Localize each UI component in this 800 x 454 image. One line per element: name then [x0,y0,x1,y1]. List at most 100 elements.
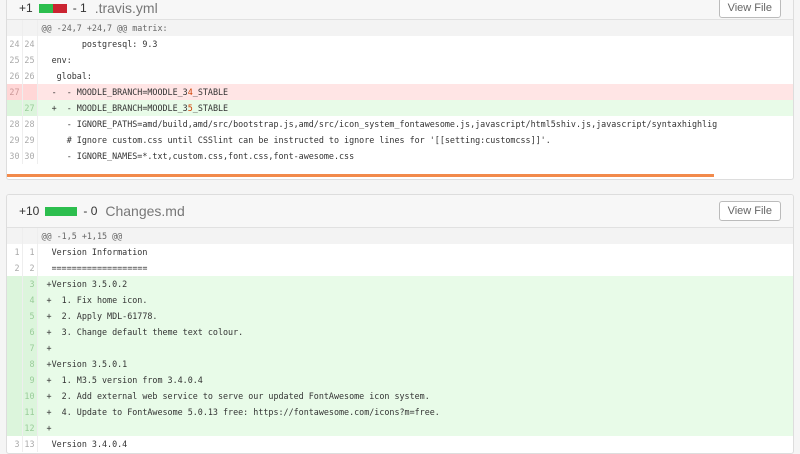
old-line-number [7,308,23,324]
view-file-button[interactable]: View File [718,0,781,18]
line-code: - IGNORE_NAMES=*.txt,custom.css,font.css… [37,148,793,164]
code-text: + 1. Fix home icon. [41,295,148,305]
diff-line: 10 + 2. Add external web service to serv… [7,388,793,404]
deleted-bar [52,3,67,13]
new-line-number: 3 [22,276,38,292]
diff-file-travis: +1 - 1 .travis.yml View File @@ -24,7 +2… [6,0,794,180]
file-name[interactable]: .travis.yml [95,0,158,16]
deletions-count: - 0 [83,204,98,218]
diff-line: 28 28 - IGNORE_PATHS=amd/build,amd/src/bo… [7,116,793,132]
code-text: + 2. Apply MDL-61778. [41,311,158,321]
code-text: + 4. Update to FontAwesome 5.0.13 free: … [41,407,440,417]
old-line-number: 26 [7,68,23,84]
old-line-number [7,228,23,244]
code-text: +Version 3.5.0.2 [41,279,128,289]
diff-stat-bar [38,3,67,13]
line-code: # Ignore custom.css until CSSlint can be… [37,132,793,148]
new-line-number: 7 [22,340,38,356]
new-line-number: 27 [22,100,38,116]
old-line-number [7,404,23,420]
diff-stat-bar [45,206,78,216]
line-code: + 2. Add external web service to serve o… [37,388,793,404]
new-line-number: 11 [22,404,38,420]
line-code: =================== [37,260,793,276]
old-line-number [7,292,23,308]
diff-line: 22 =================== [7,260,793,276]
diff-line: 24 24 postgresql: 9.3 [7,36,793,52]
old-line-number [7,372,23,388]
code-text: + 1. M3.5 version from 3.4.0.4 [41,375,203,385]
line-code: - - MOODLE_BRANCH=MOODLE_34_STABLE [37,84,793,100]
line-code: +Version 3.5.0.1 [37,356,793,372]
hunk-header: @@ -1,5 +1,15 @@ [7,228,793,244]
new-line-number [22,228,38,244]
additions-count: +1 [19,1,33,15]
diff-line: 3 +Version 3.5.0.2 [7,276,793,292]
diff-line: 26 26 global: [7,68,793,84]
line-code: @@ -24,7 +24,7 @@ matrix: [37,20,793,36]
code-text: +Version 3.5.0.1 [41,359,128,369]
new-line-number: 30 [22,148,38,164]
diff-line: 12 + [7,420,793,436]
additions-count: +10 [19,204,40,218]
code-text: - - MOODLE_BRANCH=MOODLE_3 [41,87,188,97]
old-line-number [7,420,23,436]
code-text: env: [41,55,72,65]
old-line-number: 24 [7,36,23,52]
code-text: @@ -1,5 +1,15 @@ [41,231,123,241]
line-code: + [37,420,793,436]
line-code: postgresql: 9.3 [37,36,793,52]
line-code: env: [37,52,793,68]
diff-line: 8 +Version 3.5.0.1 [7,356,793,372]
diff-file-changes: +10 - 0 Changes.md View File @@ -1,5 +1,… [6,194,794,454]
code-text: - IGNORE_PATHS=amd/build,amd/src/bootstr… [41,119,718,129]
code-text: postgresql: 9.3 [41,39,158,49]
code-text: + 2. Add external web service to serve o… [41,391,430,401]
old-line-number [7,388,23,404]
file-header: +10 - 0 Changes.md View File [7,195,793,228]
line-code: + 4. Update to FontAwesome 5.0.13 free: … [37,404,793,420]
code-text: + [41,423,52,433]
line-code: + 1. M3.5 version from 3.4.0.4 [37,372,793,388]
diff-line: 30 30 - IGNORE_NAMES=*.txt,custom.css,fon… [7,148,793,164]
line-code: + 1. Fix home icon. [37,292,793,308]
old-line-number: 2 [7,260,23,276]
code-text: =================== [41,263,148,273]
new-line-number: 1 [22,244,38,260]
line-code: global: [37,68,793,84]
file-name[interactable]: Changes.md [105,203,184,219]
old-line-number: 25 [7,52,23,68]
added-bar [38,3,53,13]
new-line-number: 9 [22,372,38,388]
diff-table: @@ -24,7 +24,7 @@ matrix: 24 24 postgresql… [7,20,793,164]
new-line-number: 12 [22,420,38,436]
code-text-rest: _STABLE [192,103,229,113]
view-file-button[interactable]: View File [718,201,781,221]
old-line-number [7,356,23,372]
new-line-number [22,84,38,100]
new-line-number: 29 [22,132,38,148]
diff-line: 7 + [7,340,793,356]
new-line-number: 28 [22,116,38,132]
diff-line: 11 Version Information [7,244,793,260]
added-bar [45,206,78,216]
line-code: + 2. Apply MDL-61778. [37,308,793,324]
old-line-number: 3 [7,436,23,452]
code-text: Version Information [41,247,148,257]
old-line-number: 27 [7,84,23,100]
scroll-indicator[interactable] [7,174,714,177]
old-line-number [7,324,23,340]
diff-table: @@ -1,5 +1,15 @@ 1 1 Version Information 2 2… [7,228,793,452]
diff-line: 5 + 2. Apply MDL-61778. [7,308,793,324]
new-line-number: 8 [22,356,38,372]
line-code: +Version 3.5.0.2 [37,276,793,292]
deletions-count: - 1 [72,1,87,15]
new-line-number: 24 [22,36,38,52]
code-text-rest: _STABLE [192,87,229,97]
diff-line: 29 29 # Ignore custom.css until CSSlint c… [7,132,793,148]
old-line-number: 28 [7,116,23,132]
old-line-number: 29 [7,132,23,148]
code-text: + 3. Change default theme text colour. [41,327,244,337]
new-line-number: 10 [22,388,38,404]
new-line-number: 25 [22,52,38,68]
